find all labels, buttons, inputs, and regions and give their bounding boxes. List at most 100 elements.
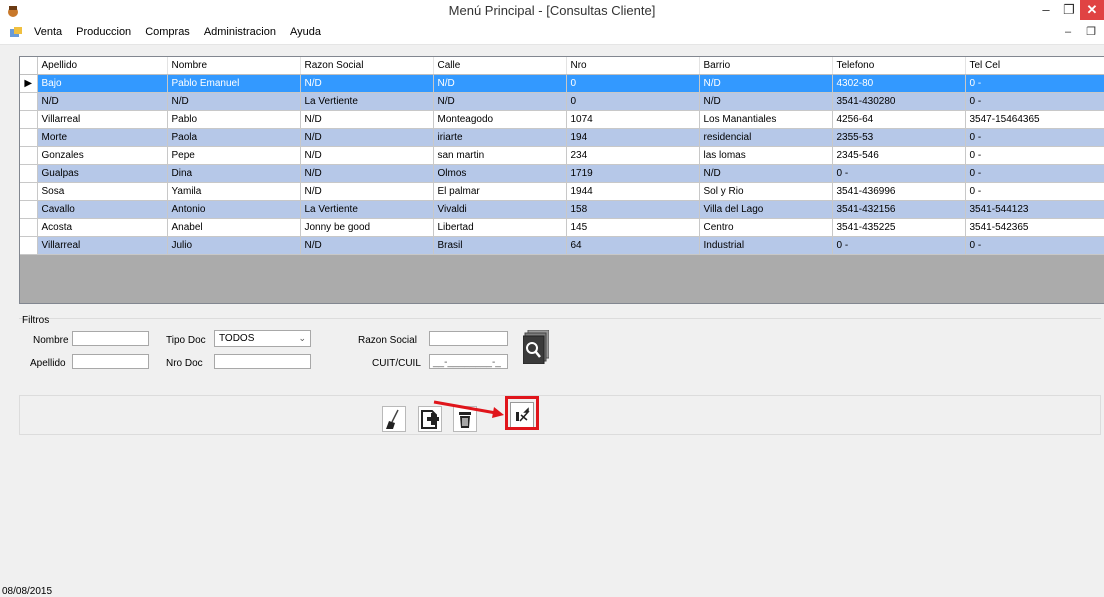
cell-nro[interactable]: 64	[566, 236, 700, 255]
apellido-input[interactable]	[72, 354, 149, 369]
table-row[interactable]: Villarreal Julio N/D Brasil 64 Industrial 0 -0…	[20, 236, 1104, 255]
row-header[interactable]	[20, 218, 38, 237]
search-icon[interactable]	[523, 330, 549, 364]
cell-calle[interactable]: El palmar	[433, 182, 567, 201]
mdi-window-controls[interactable]: – ❐	[1065, 25, 1102, 38]
row-header[interactable]	[20, 182, 38, 201]
cell-barrio[interactable]: Centro	[699, 218, 833, 237]
table-row[interactable]: Sosa Yamila N/D El palmar 1944 Sol y Rio 3541-…	[20, 182, 1104, 201]
cell-barrio[interactable]: N/D	[699, 74, 833, 93]
cell-calle[interactable]: N/D	[433, 74, 567, 93]
cell-barrio[interactable]: residencial	[699, 128, 833, 147]
cell-telefono[interactable]: 2345-546	[832, 146, 966, 165]
menu-administracion[interactable]: Administracion	[204, 26, 276, 38]
row-header[interactable]	[20, 164, 38, 183]
cell-telefono[interactable]: 2355-53	[832, 128, 966, 147]
table-row[interactable]: Cavallo Antonio La Vertiente Vivaldi 158 Vill…	[20, 200, 1104, 219]
row-header[interactable]: ▶	[20, 74, 38, 93]
menu-ayuda[interactable]: Ayuda	[290, 26, 321, 38]
table-row[interactable]: Acosta Anabel Jonny be good Libertad 145 Cent…	[20, 218, 1104, 237]
cell-calle[interactable]: Olmos	[433, 164, 567, 183]
cell-tel-cel[interactable]: 0 -	[965, 164, 1104, 183]
cell-razon-social[interactable]: La Vertiente	[300, 92, 434, 111]
cell-apellido[interactable]: Sosa	[37, 182, 168, 201]
cell-barrio[interactable]: Los Manantiales	[699, 110, 833, 129]
cell-nro[interactable]: 234	[566, 146, 700, 165]
table-row[interactable]: Morte Paola N/D iriarte 194 residencial 2355-5…	[20, 128, 1104, 147]
cell-razon-social[interactable]: N/D	[300, 110, 434, 129]
table-row[interactable]: ▶ Bajo Pablo Emanuel N/D N/D 0 N/D 4302-80 0 -	[20, 74, 1104, 93]
column-header-nombre[interactable]: Nombre	[167, 57, 301, 75]
cell-apellido[interactable]: Cavallo	[37, 200, 168, 219]
column-header-telefono[interactable]: Telefono	[832, 57, 966, 75]
clear-filters-button[interactable]	[382, 406, 406, 432]
cell-barrio[interactable]: N/D	[699, 92, 833, 111]
close-button[interactable]: ✕	[1080, 0, 1104, 20]
cell-nombre[interactable]: N/D	[167, 92, 301, 111]
cell-nombre[interactable]: Julio	[167, 236, 301, 255]
cell-tel-cel[interactable]: 3541-544123	[965, 200, 1104, 219]
maximize-button[interactable]: ❐	[1058, 0, 1080, 20]
table-row[interactable]: Gonzales Pepe N/D san martin 234 las lomas 234…	[20, 146, 1104, 165]
cell-telefono[interactable]: 3541-430280	[832, 92, 966, 111]
column-header-razon-social[interactable]: Razon Social	[300, 57, 434, 75]
cell-razon-social[interactable]: N/D	[300, 74, 434, 93]
cell-telefono[interactable]: 0 -	[832, 164, 966, 183]
cell-nro[interactable]: 158	[566, 200, 700, 219]
row-header[interactable]	[20, 200, 38, 219]
cell-apellido[interactable]: Villarreal	[37, 236, 168, 255]
cell-telefono[interactable]: 3541-432156	[832, 200, 966, 219]
clients-grid[interactable]: Apellido Nombre Razon Social Calle Nro B…	[19, 56, 1104, 304]
cell-razon-social[interactable]: N/D	[300, 164, 434, 183]
cell-telefono[interactable]: 3541-436996	[832, 182, 966, 201]
cell-nombre[interactable]: Dina	[167, 164, 301, 183]
column-header-nro[interactable]: Nro	[566, 57, 700, 75]
cell-nro[interactable]: 1074	[566, 110, 700, 129]
cell-apellido[interactable]: Acosta	[37, 218, 168, 237]
cell-tel-cel[interactable]: 0 -	[965, 236, 1104, 255]
cell-razon-social[interactable]: N/D	[300, 128, 434, 147]
cell-telefono[interactable]: 4256-64	[832, 110, 966, 129]
cell-nombre[interactable]: Paola	[167, 128, 301, 147]
cell-tel-cel[interactable]: 3541-542365	[965, 218, 1104, 237]
cell-tel-cel[interactable]: 0 -	[965, 128, 1104, 147]
nombre-input[interactable]	[72, 331, 149, 346]
cell-tel-cel[interactable]: 0 -	[965, 146, 1104, 165]
cell-nombre[interactable]: Pepe	[167, 146, 301, 165]
row-header[interactable]	[20, 128, 38, 147]
cell-nombre[interactable]: Antonio	[167, 200, 301, 219]
cell-nro[interactable]: 194	[566, 128, 700, 147]
cell-apellido[interactable]: Villarreal	[37, 110, 168, 129]
row-header[interactable]	[20, 92, 38, 111]
cell-telefono[interactable]: 3541-435225	[832, 218, 966, 237]
row-header[interactable]	[20, 236, 38, 255]
cell-tel-cel[interactable]: 0 -	[965, 92, 1104, 111]
cell-nro[interactable]: 1944	[566, 182, 700, 201]
cell-calle[interactable]: N/D	[433, 92, 567, 111]
cell-calle[interactable]: Monteagodo	[433, 110, 567, 129]
minimize-button[interactable]: –	[1034, 0, 1058, 20]
menu-compras[interactable]: Compras	[145, 26, 190, 38]
cell-razon-social[interactable]: N/D	[300, 182, 434, 201]
tipo-doc-select[interactable]: TODOS ⌄	[214, 330, 311, 347]
cell-nombre[interactable]: Yamila	[167, 182, 301, 201]
cell-calle[interactable]: san martin	[433, 146, 567, 165]
cuit-input[interactable]: __-________-_	[429, 354, 508, 369]
cell-nro[interactable]: 0	[566, 74, 700, 93]
cell-razon-social[interactable]: N/D	[300, 236, 434, 255]
column-header-calle[interactable]: Calle	[433, 57, 567, 75]
cell-barrio[interactable]: las lomas	[699, 146, 833, 165]
menu-produccion[interactable]: Produccion	[76, 26, 131, 38]
table-row[interactable]: N/D N/D La Vertiente N/D 0 N/D 3541-430280 0 -	[20, 92, 1104, 111]
cell-barrio[interactable]: Sol y Rio	[699, 182, 833, 201]
razon-social-input[interactable]	[429, 331, 508, 346]
cell-calle[interactable]: iriarte	[433, 128, 567, 147]
cell-nro[interactable]: 145	[566, 218, 700, 237]
cell-nombre[interactable]: Pablo Emanuel	[167, 74, 301, 93]
cell-apellido[interactable]: Morte	[37, 128, 168, 147]
cell-telefono[interactable]: 4302-80	[832, 74, 966, 93]
table-row[interactable]: Villarreal Pablo N/D Monteagodo 1074 Los Mana…	[20, 110, 1104, 129]
cell-calle[interactable]: Libertad	[433, 218, 567, 237]
cell-nro[interactable]: 0	[566, 92, 700, 111]
row-header[interactable]	[20, 146, 38, 165]
